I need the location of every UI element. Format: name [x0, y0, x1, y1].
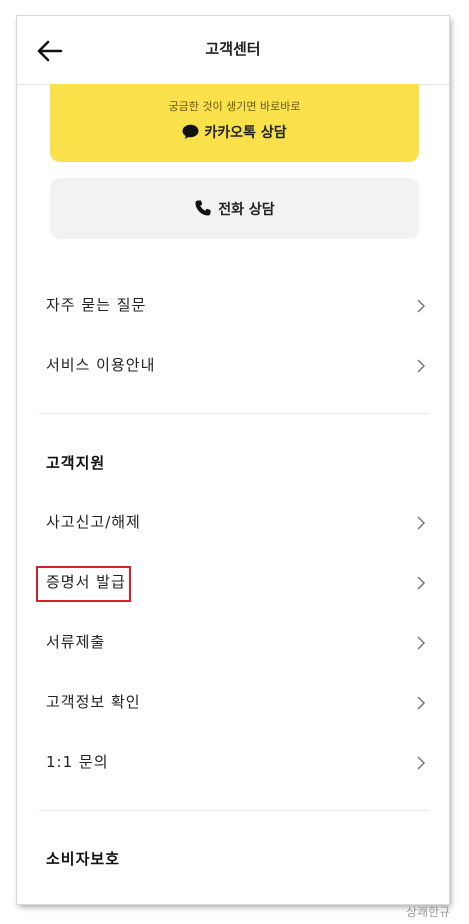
highlight-box — [36, 566, 131, 602]
menu-item-label: 고객정보 확인 — [46, 693, 141, 711]
kakao-label-wrap: 카카오톡 상담 — [50, 122, 419, 142]
speech-bubble-icon — [182, 124, 199, 139]
chevron-right-icon — [417, 636, 426, 650]
chevron-right-icon — [417, 756, 426, 770]
kakao-consult-button[interactable]: 궁금한 것이 생기면 바로바로 카카오톡 상담 — [50, 84, 419, 162]
chevron-right-icon — [417, 696, 426, 710]
section-title-support: 고객지원 — [46, 454, 106, 472]
menu-item-service-guide[interactable]: 서비스 이용안내 — [17, 338, 449, 394]
menu-item-accident-report[interactable]: 사고신고/해제 — [17, 495, 449, 551]
phone-label-wrap: 전화 상담 — [50, 199, 419, 219]
section-divider — [39, 810, 430, 811]
menu-item-inquiry[interactable]: 1:1 문의 — [17, 735, 449, 791]
watermark: 상쾌한규 — [406, 905, 451, 919]
kakao-label: 카카오톡 상담 — [204, 125, 287, 141]
menu-item-customer-info[interactable]: 고객정보 확인 — [17, 675, 449, 731]
top-bar: 고객센터 — [17, 16, 449, 85]
menu-item-document-submit[interactable]: 서류제출 — [17, 615, 449, 671]
menu-item-label: 서류제출 — [46, 633, 106, 651]
menu-item-label: 자주 묻는 질문 — [46, 296, 147, 314]
menu-item-label: 서비스 이용안내 — [46, 356, 156, 374]
phone-label: 전화 상담 — [218, 202, 275, 218]
phone-consult-button[interactable]: 전화 상담 — [50, 178, 419, 239]
section-title-consumer: 소비자보호 — [46, 850, 121, 868]
app-screen: 고객센터 궁금한 것이 생기면 바로바로 카카오톡 상담 전화 상담 자주 묻는… — [17, 16, 449, 904]
menu-item-faq[interactable]: 자주 묻는 질문 — [17, 278, 449, 334]
menu-item-label: 1:1 문의 — [46, 753, 109, 771]
chevron-right-icon — [417, 576, 426, 590]
chevron-right-icon — [417, 516, 426, 530]
phone-icon — [195, 200, 211, 216]
chevron-right-icon — [417, 359, 426, 373]
section-divider — [39, 413, 430, 414]
kakao-subtitle: 궁금한 것이 생기면 바로바로 — [168, 100, 301, 113]
menu-item-label: 사고신고/해제 — [46, 513, 141, 531]
chevron-right-icon — [417, 299, 426, 313]
page-title: 고객센터 — [205, 40, 261, 58]
